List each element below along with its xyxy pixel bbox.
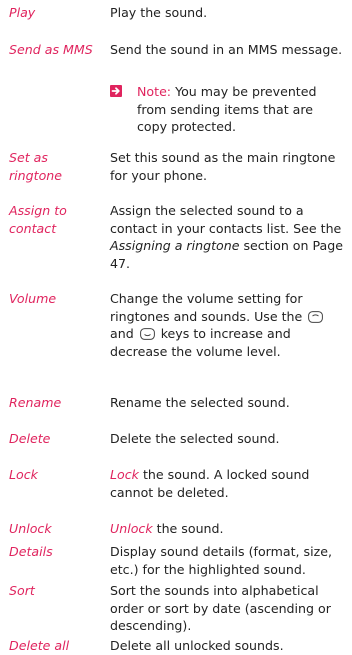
description-text: the sound. [152,521,224,536]
option-description: Set this sound as the main ringtone for … [110,150,336,183]
description-text: Assign the selected sound to a contact i… [110,203,342,236]
description-text: the sound. A locked sound cannot be dele… [110,467,310,500]
option-term: Sort [9,583,35,598]
option-term: Send as MMS [9,42,93,57]
arrow-right-icon [110,85,122,97]
option-term: Set as ringtone [9,150,63,183]
option-term: Volume [9,291,57,306]
option-description: Change the volume setting for ringtones … [110,290,346,360]
option-term: Lock [9,467,38,482]
option-description: Send the sound in an MMS message. [110,42,343,57]
option-term: Assign to contact [9,203,67,236]
option-term: Unlock [9,521,52,536]
note-label: Note: [137,84,172,99]
inline-term: Lock [110,467,139,482]
scroll-down-key-icon [139,327,155,340]
note-text: Note: You may be prevented from sending … [137,83,346,136]
scroll-up-key-icon [308,310,324,323]
option-description: Play the sound. [110,5,208,20]
option-description: Display sound details (format, size, etc… [110,544,332,577]
inline-term: Unlock [110,521,153,536]
option-term: Delete [9,431,51,446]
option-description: Lock the sound. A locked sound cannot be… [110,466,346,501]
description-text: Change the volume setting for ringtones … [110,291,307,324]
option-term: Details [9,544,53,559]
option-description: Delete the selected sound. [110,431,280,446]
option-description: Delete all unlocked sounds. [110,638,284,653]
option-description: Assign the selected sound to a contact i… [110,202,346,272]
option-term: Play [9,5,36,20]
description-text: and [110,326,138,341]
section-reference: Assigning a ringtone [110,238,240,253]
option-description: Sort the sounds into alphabetical order … [110,583,331,633]
option-term: Delete all [9,638,70,653]
option-description: Unlock the sound. [110,520,346,538]
option-description: Rename the selected sound. [110,395,290,410]
option-term: Rename [9,395,62,410]
